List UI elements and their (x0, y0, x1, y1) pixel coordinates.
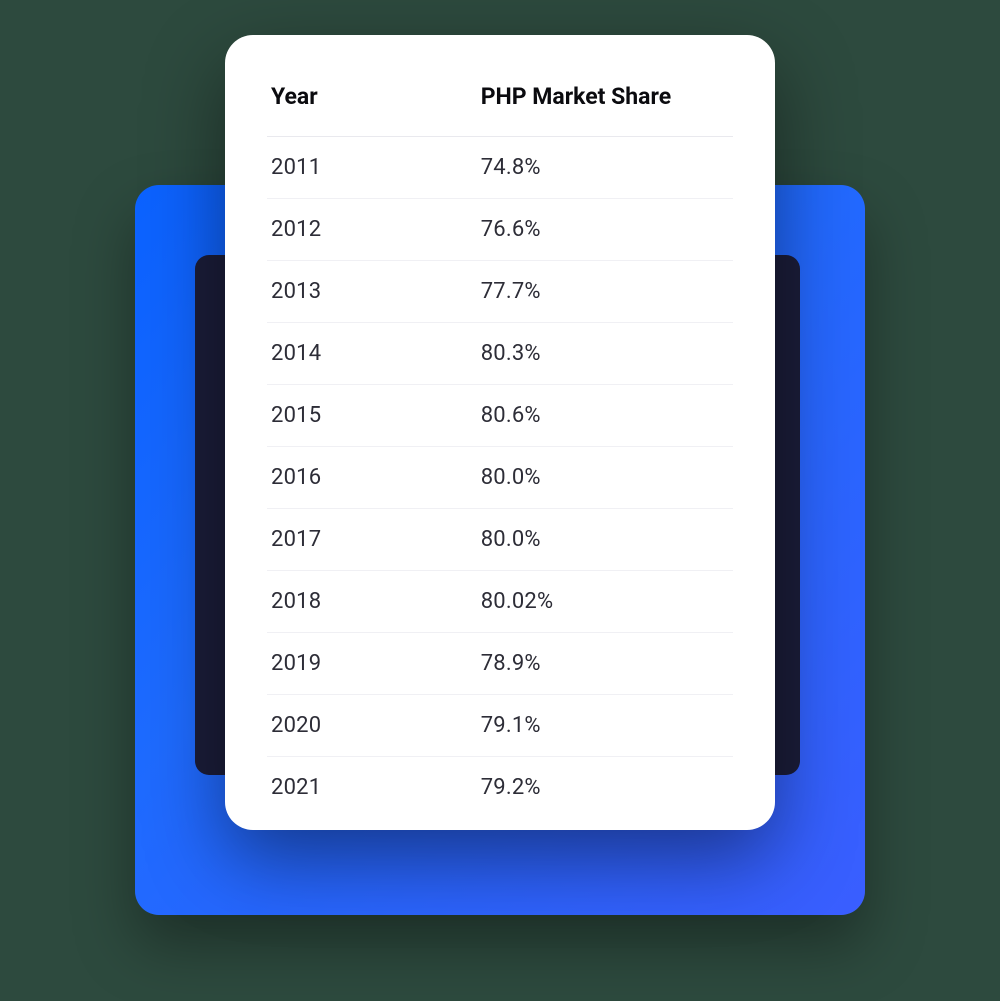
cell-share: 80.0% (477, 509, 733, 571)
cell-share: 79.1% (477, 695, 733, 757)
table-row: 2020 79.1% (267, 695, 733, 757)
cell-share: 77.7% (477, 261, 733, 323)
cell-year: 2011 (267, 137, 477, 199)
table-row: 2021 79.2% (267, 757, 733, 819)
column-header-share: PHP Market Share (477, 69, 733, 137)
cell-share: 80.0% (477, 447, 733, 509)
cell-share: 74.8% (477, 137, 733, 199)
cell-share: 79.2% (477, 757, 733, 819)
cell-year: 2020 (267, 695, 477, 757)
cell-share: 76.6% (477, 199, 733, 261)
table-row: 2013 77.7% (267, 261, 733, 323)
cell-year: 2016 (267, 447, 477, 509)
cell-year: 2021 (267, 757, 477, 819)
table-row: 2016 80.0% (267, 447, 733, 509)
table-row: 2018 80.02% (267, 571, 733, 633)
column-header-year: Year (267, 69, 477, 137)
cell-year: 2012 (267, 199, 477, 261)
table-row: 2019 78.9% (267, 633, 733, 695)
cell-share: 80.3% (477, 323, 733, 385)
table-row: 2015 80.6% (267, 385, 733, 447)
data-card: Year PHP Market Share 2011 74.8% 2012 76… (225, 35, 775, 830)
table-row: 2014 80.3% (267, 323, 733, 385)
cell-year: 2017 (267, 509, 477, 571)
cell-share: 80.6% (477, 385, 733, 447)
cell-share: 80.02% (477, 571, 733, 633)
table-header-row: Year PHP Market Share (267, 69, 733, 137)
cell-year: 2013 (267, 261, 477, 323)
cell-share: 78.9% (477, 633, 733, 695)
cell-year: 2014 (267, 323, 477, 385)
table-row: 2011 74.8% (267, 137, 733, 199)
table-row: 2017 80.0% (267, 509, 733, 571)
market-share-table: Year PHP Market Share 2011 74.8% 2012 76… (267, 69, 733, 818)
cell-year: 2018 (267, 571, 477, 633)
cell-year: 2019 (267, 633, 477, 695)
table-row: 2012 76.6% (267, 199, 733, 261)
cell-year: 2015 (267, 385, 477, 447)
